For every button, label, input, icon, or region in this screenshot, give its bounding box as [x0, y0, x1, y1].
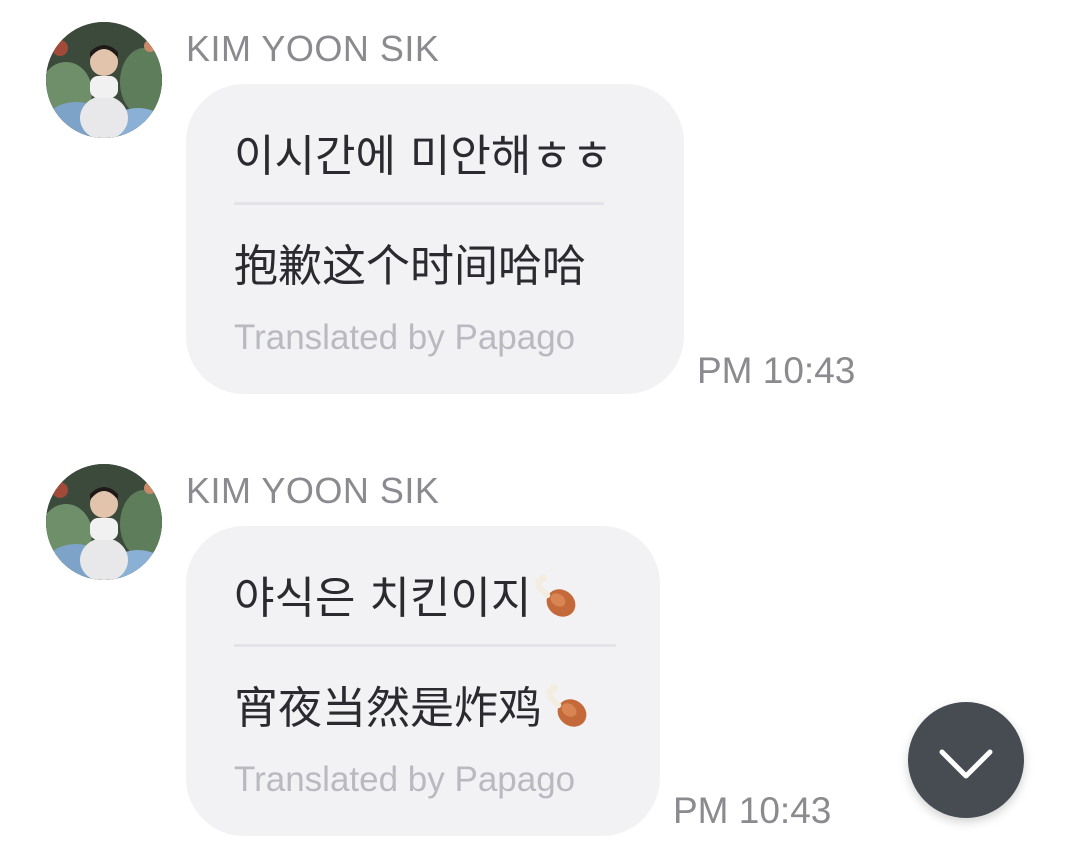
- scroll-to-bottom-button[interactable]: [908, 702, 1024, 818]
- sender-name: KIM YOON SIK: [186, 28, 440, 69]
- translation-credit: Translated by Papago: [234, 760, 576, 799]
- original-text: 이시간에 미안해ㅎㅎ: [234, 131, 613, 182]
- chat-view: KIM YOON SIK 이시간에 미안해ㅎㅎ 抱歉这个时间哈哈 Transla…: [0, 0, 1070, 855]
- timestamp: PM 10:43: [697, 350, 856, 391]
- avatar[interactable]: [46, 22, 162, 138]
- avatar-photo: [46, 22, 162, 138]
- message-bubble[interactable]: 이시간에 미안해ㅎㅎ 抱歉这个时间哈哈 Translated by Papago: [186, 84, 684, 394]
- original-text: 야식은 치킨이지: [234, 573, 532, 624]
- drumstick-icon: [546, 684, 587, 727]
- sender-name: KIM YOON SIK: [186, 470, 440, 511]
- divider: [234, 202, 604, 205]
- drumstick-icon: [535, 574, 576, 617]
- avatar-photo: [46, 464, 162, 580]
- divider: [234, 644, 616, 647]
- chevron-down-icon: [939, 749, 993, 779]
- translated-text: 宵夜当然是炸鸡: [234, 683, 542, 734]
- original-text-row: 야식은 치킨이지: [234, 562, 581, 626]
- translated-text: 抱歉这个时间哈哈: [234, 241, 586, 292]
- translation-credit: Translated by Papago: [234, 318, 576, 357]
- translated-text-row: 宵夜当然是炸鸡: [234, 672, 592, 736]
- avatar[interactable]: [46, 464, 162, 580]
- timestamp: PM 10:43: [673, 790, 832, 831]
- message-bubble[interactable]: 야식은 치킨이지 宵夜当然是炸鸡 Translated by Papago: [186, 526, 660, 836]
